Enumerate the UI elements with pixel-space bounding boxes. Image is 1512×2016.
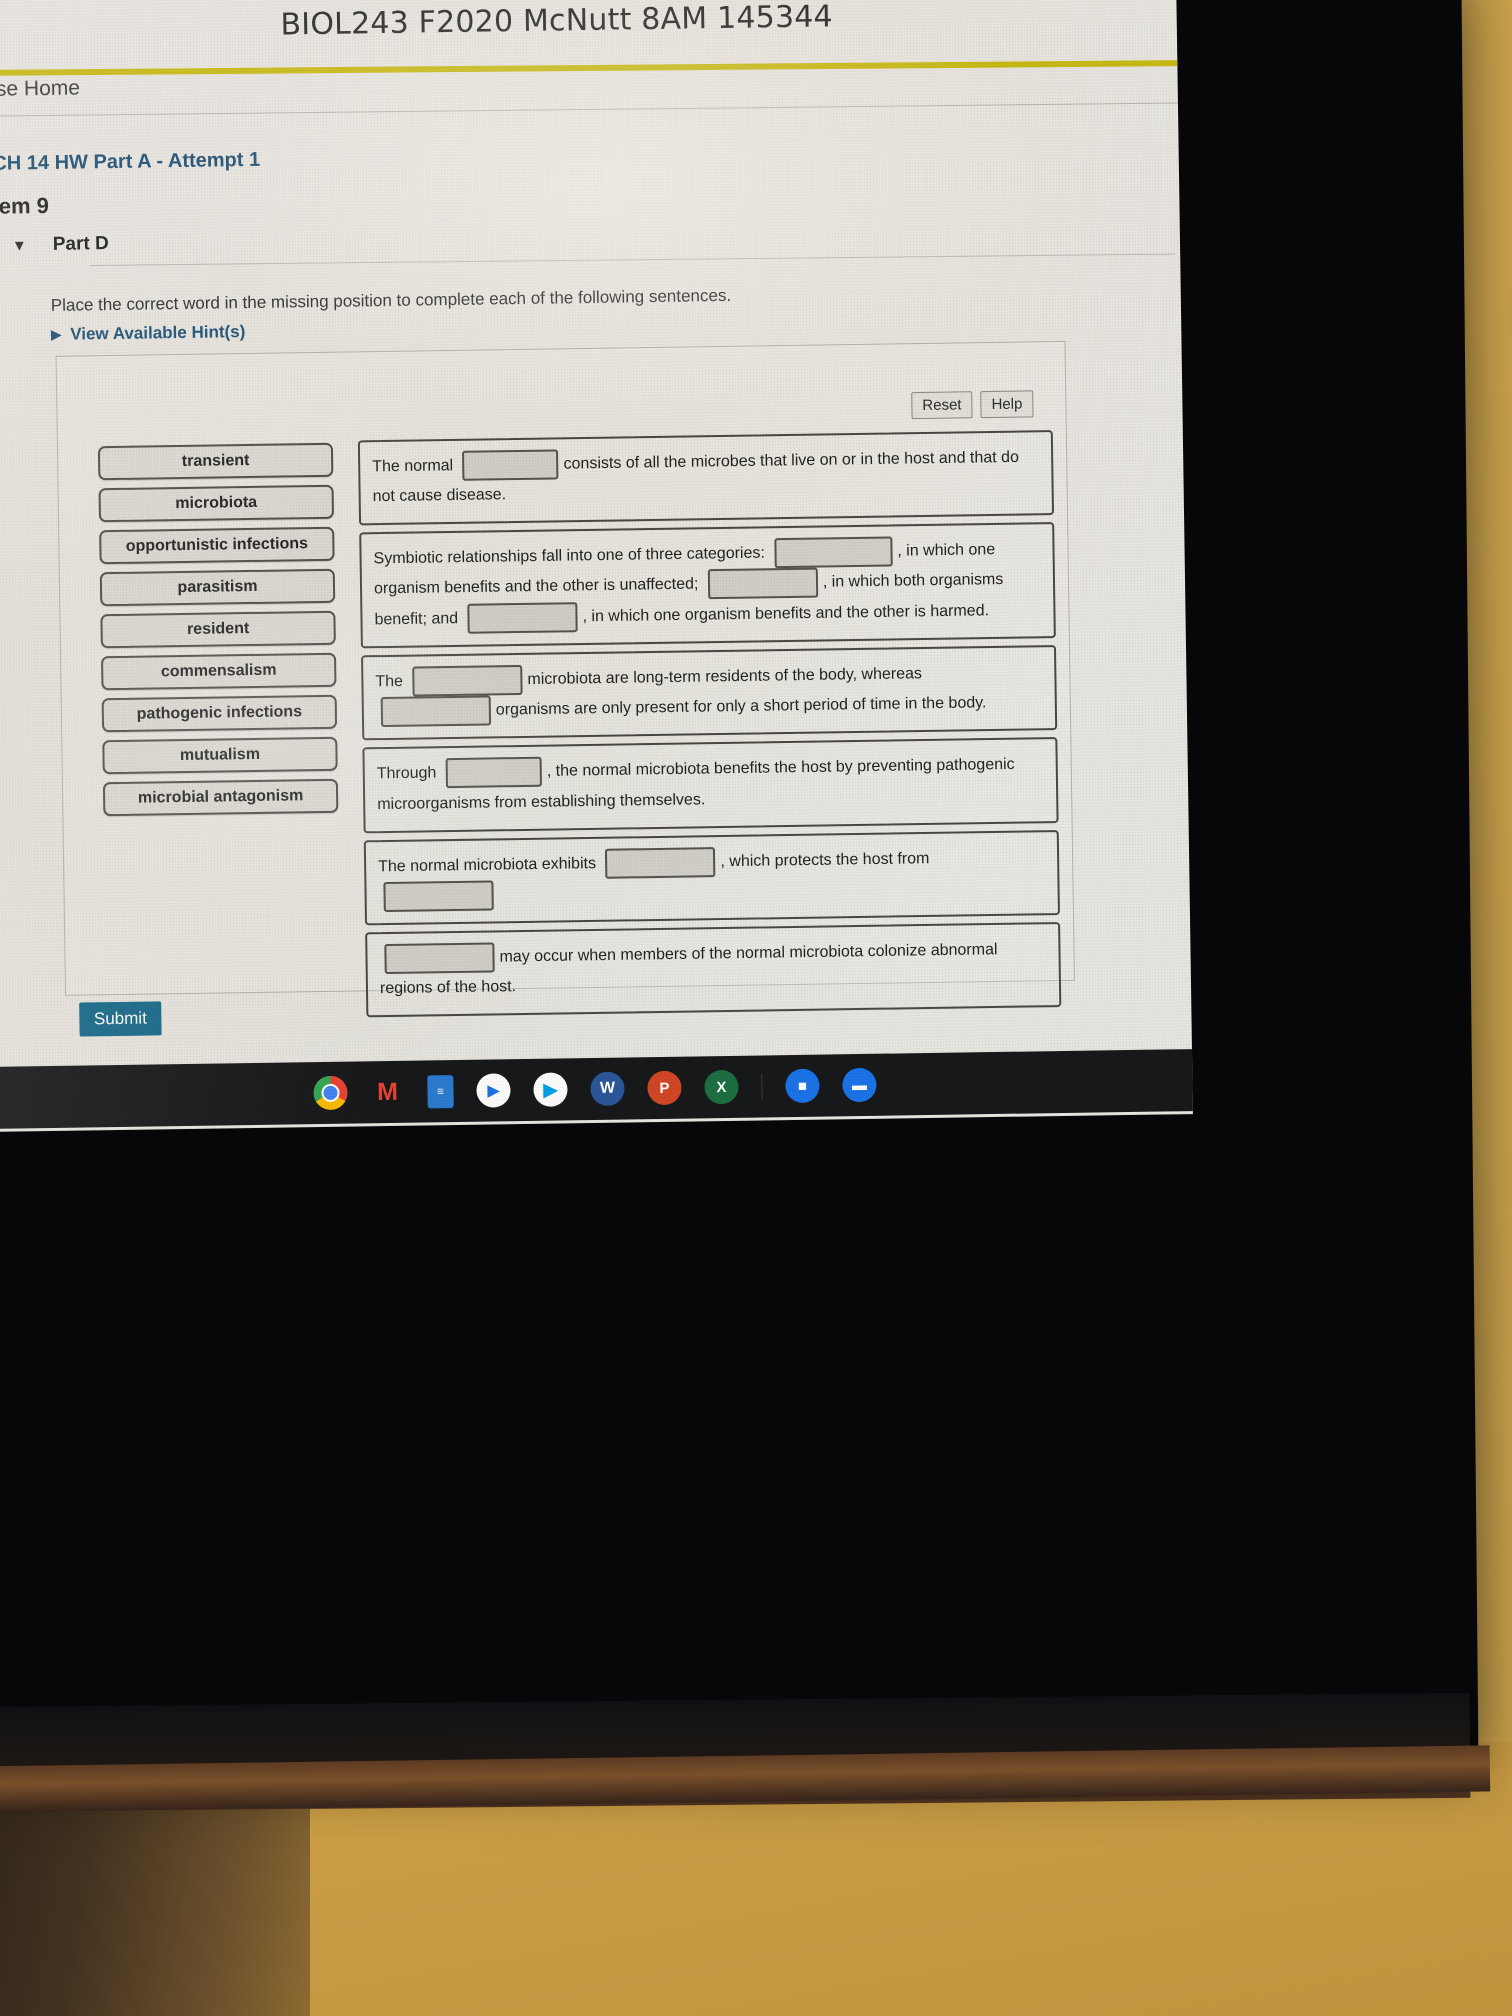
part-divider — [90, 253, 1176, 266]
word-bank-item[interactable]: parasitism — [99, 568, 336, 607]
answer-blank[interactable] — [412, 664, 523, 697]
word-bank-item[interactable]: transient — [97, 442, 334, 481]
part-header[interactable]: ▼ Part D — [12, 217, 1167, 256]
view-hints-label: View Available Hint(s) — [70, 322, 246, 344]
excel-icon[interactable]: X — [704, 1069, 739, 1105]
word-bank-item[interactable]: microbial antagonism — [102, 778, 339, 817]
item-number: Item 9 — [0, 192, 50, 219]
sentence-box: The normal microbiota exhibits , which p… — [363, 829, 1060, 926]
back-link-label: CH 14 HW Part A - Attempt 1 — [0, 148, 261, 175]
reset-button[interactable]: Reset — [911, 391, 973, 420]
sentence-text: , which protects the host from — [720, 849, 930, 870]
caret-down-icon[interactable]: ▼ — [12, 237, 27, 254]
camera-icon[interactable]: ■ — [785, 1068, 820, 1104]
word-bank-item[interactable]: opportunistic infections — [99, 526, 335, 565]
sentence-box: may occur when members of the normal mic… — [365, 922, 1062, 1018]
answer-blank[interactable] — [380, 695, 492, 728]
answer-blank[interactable] — [467, 601, 578, 634]
browser-screen: BIOL243 F2020 McNutt 8AM 145344 ourse Ho… — [0, 0, 1193, 1132]
word-icon[interactable]: W — [590, 1071, 625, 1107]
sentence-box: Through , the normal microbiota benefits… — [362, 737, 1059, 833]
word-bank-item[interactable]: microbiota — [98, 484, 335, 523]
sentence-text: Symbiotic relationships fall into one of… — [373, 544, 766, 568]
answer-blank[interactable] — [445, 757, 543, 789]
google-docs-icon[interactable]: ≡ — [427, 1074, 454, 1108]
part-title: Part D — [52, 233, 109, 255]
answer-blank[interactable] — [462, 449, 559, 481]
answer-panel: Reset Help transient microbiota opportunis… — [55, 340, 1075, 1018]
gmail-icon[interactable]: M — [370, 1075, 405, 1110]
course-title: BIOL243 F2020 McNutt 8AM 145344 — [280, 0, 834, 43]
sentence-list: The normal consists of all the microbes … — [357, 430, 1062, 1018]
sentence-box: The normal consists of all the microbes … — [357, 430, 1055, 526]
word-bank-item[interactable]: mutualism — [102, 736, 338, 775]
panel-toolbar: Reset Help — [911, 390, 1034, 420]
google-play-icon[interactable]: ▶ — [533, 1072, 568, 1107]
files-icon[interactable]: ▬ — [842, 1067, 877, 1103]
sentence-box: Symbiotic relationships fall into one of… — [359, 522, 1056, 649]
answer-blank[interactable] — [384, 942, 495, 975]
brand-rule — [0, 59, 1193, 77]
breadcrumb-course-home[interactable]: ourse Home — [0, 76, 80, 102]
answer-blank[interactable] — [605, 846, 716, 879]
question-prompt: Place the correct word in the missing po… — [50, 285, 732, 315]
caret-right-icon: ▶ — [51, 326, 62, 342]
sentence-text: The normal microbiota exhibits — [378, 854, 597, 876]
back-to-assignment-link[interactable]: ‹ CH 14 HW Part A - Attempt 1 — [0, 149, 260, 176]
word-bank-item[interactable]: pathogenic infections — [101, 694, 338, 733]
sentence-text: Through — [376, 764, 437, 783]
laptop-photo: BIOL243 F2020 McNutt 8AM 145344 ourse Ho… — [0, 0, 1512, 2016]
sentence-box: The microbiota are long-term residents o… — [361, 644, 1058, 741]
sentence-text: microbiota are long-term residents of th… — [527, 665, 923, 689]
sentence-text: organisms are only present for only a sh… — [495, 694, 987, 719]
submit-button[interactable]: Submit — [79, 1001, 162, 1037]
word-bank-item[interactable]: resident — [100, 610, 336, 649]
chrome-icon[interactable] — [313, 1075, 348, 1111]
answer-blank[interactable] — [707, 568, 819, 600]
answer-blank[interactable] — [383, 880, 494, 912]
sentence-text: The normal — [372, 457, 454, 476]
word-bank: transient microbiota opportunistic infecti… — [97, 442, 339, 817]
shelf-separator — [761, 1073, 763, 1100]
help-button[interactable]: Help — [980, 390, 1034, 419]
sentence-text: , in which one organism benefits and the… — [582, 601, 990, 626]
answer-blank[interactable] — [774, 536, 893, 569]
sentence-text: The — [375, 672, 404, 691]
powerpoint-icon[interactable]: P — [647, 1070, 682, 1106]
google-meet-icon[interactable]: ▶ — [476, 1073, 511, 1108]
header-divider — [0, 102, 1181, 117]
word-bank-item[interactable]: commensalism — [101, 652, 337, 691]
view-hints-link[interactable]: ▶ View Available Hint(s) — [51, 322, 245, 345]
